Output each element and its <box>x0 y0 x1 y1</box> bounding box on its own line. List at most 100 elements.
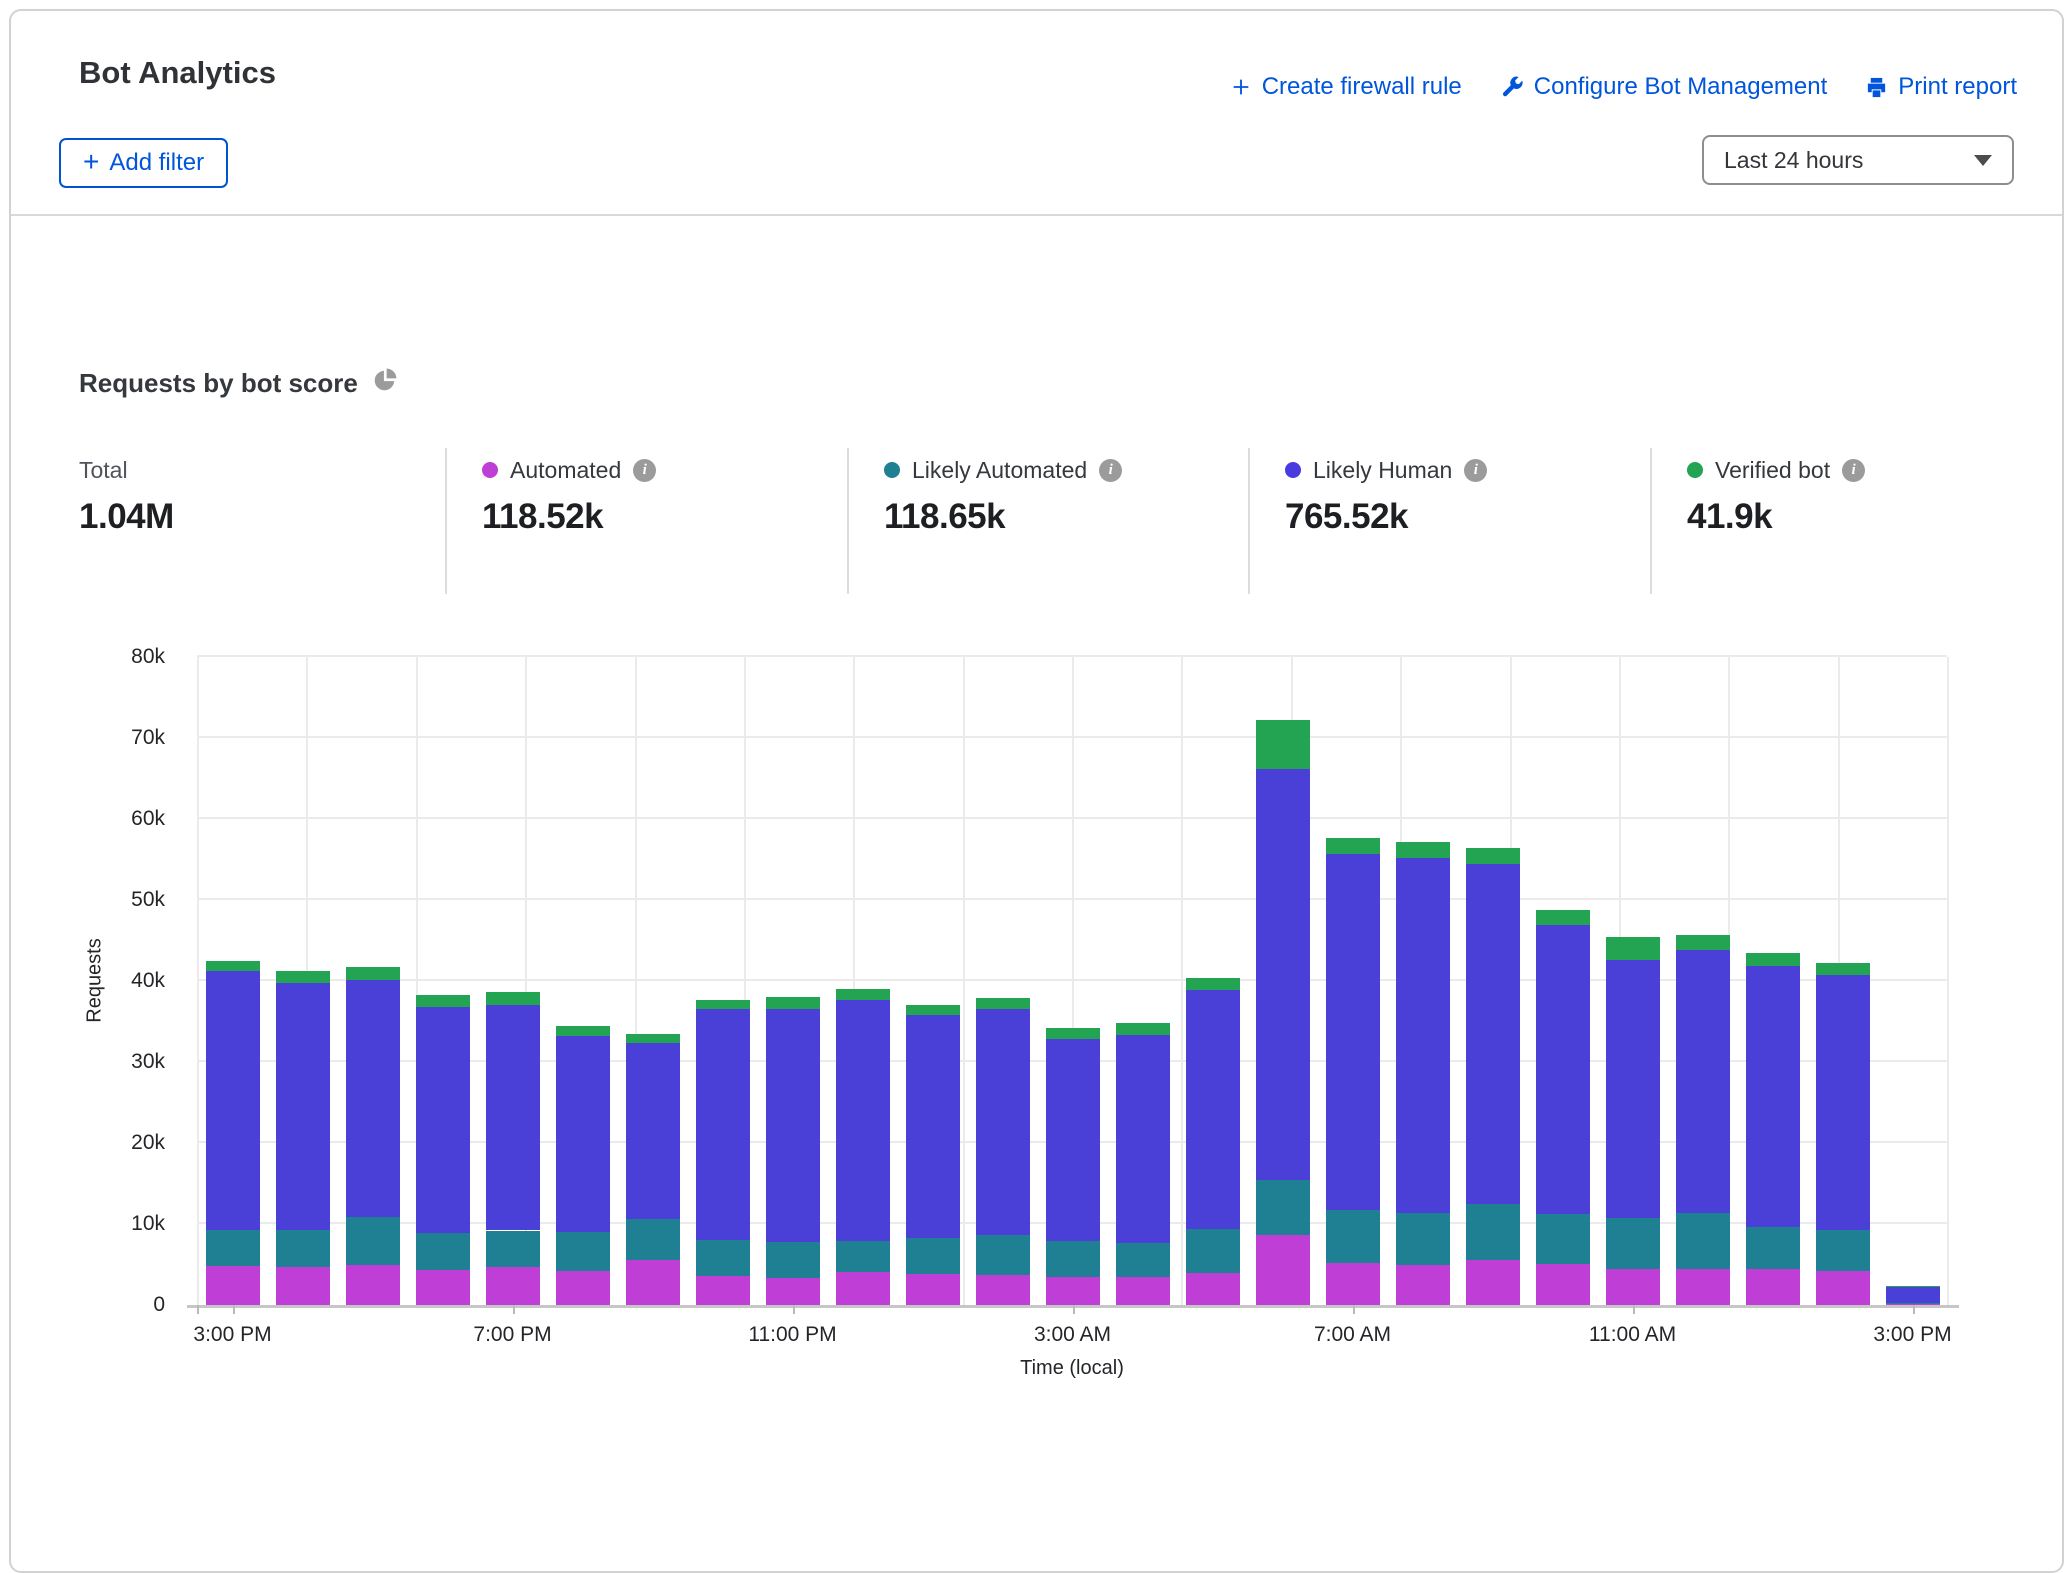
bar-segment-verified-bot[interactable] <box>206 961 260 972</box>
bar-segment-automated[interactable] <box>766 1278 820 1305</box>
bar-segment-likely-human[interactable] <box>1396 858 1450 1214</box>
bar-segment-likely-human[interactable] <box>1886 1287 1940 1303</box>
bar-segment-likely-human[interactable] <box>1816 975 1870 1229</box>
info-icon[interactable]: i <box>1842 459 1865 482</box>
bar-segment-likely-automated[interactable] <box>206 1230 260 1266</box>
bar-segment-verified-bot[interactable] <box>1116 1023 1170 1035</box>
bar-segment-verified-bot[interactable] <box>346 967 400 980</box>
bar-segment-likely-automated[interactable] <box>1606 1218 1660 1268</box>
bar-segment-verified-bot[interactable] <box>1816 963 1870 975</box>
bar-segment-verified-bot[interactable] <box>906 1005 960 1016</box>
bar-segment-automated[interactable] <box>626 1260 680 1305</box>
bar-segment-verified-bot[interactable] <box>1326 838 1380 854</box>
bar-segment-likely-human[interactable] <box>1536 925 1590 1214</box>
bar-segment-automated[interactable] <box>1116 1277 1170 1305</box>
bar-segment-verified-bot[interactable] <box>696 1000 750 1010</box>
bar-segment-verified-bot[interactable] <box>1256 720 1310 769</box>
bar-segment-likely-human[interactable] <box>346 980 400 1217</box>
bar-segment-likely-human[interactable] <box>416 1007 470 1233</box>
bar-segment-automated[interactable] <box>1816 1271 1870 1305</box>
info-icon[interactable]: i <box>633 459 656 482</box>
bar-segment-automated[interactable] <box>976 1275 1030 1305</box>
bar-segment-likely-human[interactable] <box>1466 864 1520 1204</box>
bar-segment-verified-bot[interactable] <box>836 989 890 1000</box>
bar-segment-automated[interactable] <box>906 1274 960 1305</box>
bar-segment-verified-bot[interactable] <box>416 995 470 1007</box>
bar-segment-automated[interactable] <box>1746 1269 1800 1305</box>
bar-segment-verified-bot[interactable] <box>276 971 330 983</box>
bar-segment-verified-bot[interactable] <box>486 992 540 1005</box>
bar-segment-likely-human[interactable] <box>556 1036 610 1232</box>
bar-segment-automated[interactable] <box>206 1266 260 1305</box>
bar-segment-verified-bot[interactable] <box>1396 842 1450 858</box>
bar-segment-likely-automated[interactable] <box>1326 1210 1380 1263</box>
bar-segment-verified-bot[interactable] <box>976 998 1030 1009</box>
bar-segment-likely-automated[interactable] <box>766 1242 820 1278</box>
bar-segment-likely-automated[interactable] <box>976 1235 1030 1275</box>
bar-segment-verified-bot[interactable] <box>556 1026 610 1036</box>
bar-segment-likely-automated[interactable] <box>626 1219 680 1260</box>
bar-segment-verified-bot[interactable] <box>766 997 820 1008</box>
bar-segment-likely-automated[interactable] <box>1746 1227 1800 1269</box>
bar-segment-likely-human[interactable] <box>626 1043 680 1220</box>
bar-segment-likely-automated[interactable] <box>696 1240 750 1276</box>
create-firewall-rule-link[interactable]: Create firewall rule <box>1230 73 1462 101</box>
bar-segment-likely-automated[interactable] <box>1816 1230 1870 1271</box>
bar-segment-verified-bot[interactable] <box>1186 978 1240 990</box>
bar-segment-likely-automated[interactable] <box>1116 1243 1170 1278</box>
bar-segment-automated[interactable] <box>1326 1263 1380 1305</box>
bar-segment-likely-human[interactable] <box>1606 960 1660 1218</box>
bar-segment-automated[interactable] <box>1256 1235 1310 1305</box>
info-icon[interactable]: i <box>1464 459 1487 482</box>
bar-segment-automated[interactable] <box>1186 1273 1240 1305</box>
bar-segment-automated[interactable] <box>416 1270 470 1305</box>
bar-segment-likely-automated[interactable] <box>1186 1229 1240 1273</box>
bar-segment-automated[interactable] <box>556 1271 610 1305</box>
bar-segment-likely-human[interactable] <box>1676 950 1730 1212</box>
bar-segment-likely-human[interactable] <box>486 1005 540 1231</box>
bar-segment-automated[interactable] <box>696 1276 750 1305</box>
bar-segment-likely-automated[interactable] <box>906 1238 960 1274</box>
bar-segment-automated[interactable] <box>1396 1265 1450 1305</box>
bar-segment-likely-human[interactable] <box>1746 966 1800 1227</box>
bar-segment-likely-human[interactable] <box>276 983 330 1229</box>
configure-bot-management-link[interactable]: Configure Bot Management <box>1500 73 1828 101</box>
bar-segment-likely-human[interactable] <box>906 1015 960 1238</box>
bar-segment-automated[interactable] <box>836 1272 890 1305</box>
bar-segment-likely-automated[interactable] <box>276 1230 330 1267</box>
bar-segment-verified-bot[interactable] <box>1676 935 1730 950</box>
bar-segment-verified-bot[interactable] <box>1746 953 1800 966</box>
bar-segment-automated[interactable] <box>1606 1269 1660 1305</box>
bar-segment-verified-bot[interactable] <box>1536 910 1590 925</box>
print-report-link[interactable]: Print report <box>1865 73 2017 101</box>
bar-segment-likely-automated[interactable] <box>1676 1213 1730 1269</box>
bar-segment-likely-automated[interactable] <box>346 1217 400 1265</box>
bar-segment-automated[interactable] <box>1046 1277 1100 1305</box>
bar-segment-likely-automated[interactable] <box>556 1232 610 1271</box>
bar-segment-verified-bot[interactable] <box>626 1034 680 1043</box>
bar-segment-likely-automated[interactable] <box>1466 1204 1520 1260</box>
bar-segment-likely-automated[interactable] <box>836 1241 890 1272</box>
time-range-select[interactable]: Last 24 hours <box>1702 135 2014 185</box>
bar-segment-automated[interactable] <box>346 1265 400 1306</box>
bar-segment-automated[interactable] <box>1676 1269 1730 1305</box>
bar-segment-verified-bot[interactable] <box>1606 937 1660 960</box>
bar-segment-likely-human[interactable] <box>836 1000 890 1241</box>
bar-segment-likely-human[interactable] <box>1186 990 1240 1229</box>
bar-segment-automated[interactable] <box>1466 1260 1520 1305</box>
bar-segment-likely-human[interactable] <box>1256 769 1310 1180</box>
bar-segment-likely-human[interactable] <box>1326 854 1380 1210</box>
bar-segment-likely-automated[interactable] <box>1046 1241 1100 1277</box>
add-filter-button[interactable]: + Add filter <box>59 138 228 188</box>
bar-segment-likely-human[interactable] <box>766 1009 820 1242</box>
bar-segment-likely-automated[interactable] <box>1536 1214 1590 1263</box>
bar-segment-likely-human[interactable] <box>1046 1039 1100 1241</box>
bar-segment-likely-automated[interactable] <box>1256 1180 1310 1235</box>
bar-segment-likely-automated[interactable] <box>486 1231 540 1267</box>
info-icon[interactable]: i <box>1099 459 1122 482</box>
bar-segment-verified-bot[interactable] <box>1046 1028 1100 1039</box>
bar-segment-likely-human[interactable] <box>696 1009 750 1240</box>
bar-segment-verified-bot[interactable] <box>1466 848 1520 863</box>
bar-segment-automated[interactable] <box>486 1267 540 1305</box>
bar-segment-automated[interactable] <box>276 1267 330 1305</box>
